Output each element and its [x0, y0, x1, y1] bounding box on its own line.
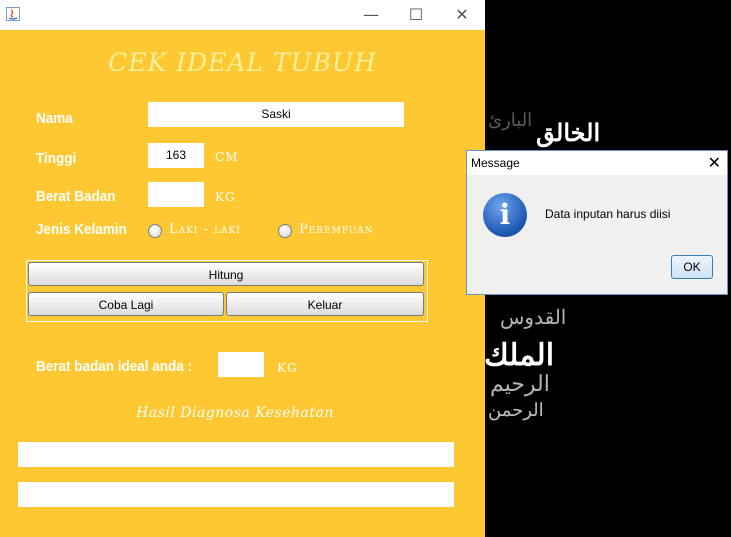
calligraphy-text: البارئ: [488, 110, 533, 131]
ok-button[interactable]: OK: [671, 255, 713, 279]
radio-laki-laki-label[interactable]: Laki - laki: [169, 222, 241, 237]
page-title: CEK IDEAL TUBUH: [108, 48, 377, 77]
coba-lagi-button[interactable]: Coba Lagi: [28, 292, 224, 316]
close-button[interactable]: ✕: [451, 4, 473, 26]
diagnosa-field-2: [18, 482, 454, 507]
ideal-weight-field: [218, 352, 264, 377]
dialog-message: Data inputan harus diisi: [545, 207, 671, 221]
nama-label: Nama: [36, 110, 73, 127]
main-window: — ☐ ✕ CEK IDEAL TUBUH Nama Saski Tinggi …: [0, 0, 485, 537]
title-bar: — ☐ ✕: [0, 0, 485, 30]
hitung-button[interactable]: Hitung: [28, 262, 424, 286]
radio-perempuan-label[interactable]: Perempuan: [299, 222, 373, 237]
ideal-weight-label: Berat badan ideal anda :: [36, 358, 193, 375]
tinggi-unit: CM: [215, 150, 239, 164]
berat-unit: KG: [215, 190, 236, 204]
minimize-button[interactable]: —: [360, 4, 382, 26]
radio-laki-laki[interactable]: [148, 224, 162, 238]
info-icon: i: [483, 193, 527, 237]
calligraphy-text: الملك: [484, 338, 555, 373]
calligraphy-text: الرحمن: [488, 400, 544, 421]
keluar-button[interactable]: Keluar: [226, 292, 424, 316]
dialog-close-button[interactable]: ✕: [708, 153, 721, 172]
berat-field[interactable]: [148, 182, 204, 207]
calligraphy-text: الخالق: [536, 118, 601, 147]
tinggi-label: Tinggi: [36, 150, 77, 167]
message-dialog: Message ✕ i Data inputan harus diisi OK: [466, 150, 728, 295]
java-app-icon: [6, 7, 20, 21]
diagnosa-field-1: [18, 442, 454, 467]
tinggi-field[interactable]: 163: [148, 143, 204, 168]
radio-perempuan[interactable]: [278, 224, 292, 238]
berat-label: Berat Badan: [36, 188, 116, 205]
ideal-weight-unit: KG: [277, 361, 298, 375]
calligraphy-text: القدوس: [500, 305, 567, 329]
maximize-button[interactable]: ☐: [405, 4, 427, 26]
calligraphy-text: الرحيم: [490, 372, 550, 397]
diagnosa-heading: Hasil Diagnosa Kesehatan: [136, 405, 334, 421]
nama-field[interactable]: Saski: [148, 102, 404, 127]
gender-label: Jenis Kelamin: [36, 221, 127, 238]
dialog-title-bar: Message ✕: [467, 151, 727, 175]
dialog-title: Message: [471, 156, 520, 170]
